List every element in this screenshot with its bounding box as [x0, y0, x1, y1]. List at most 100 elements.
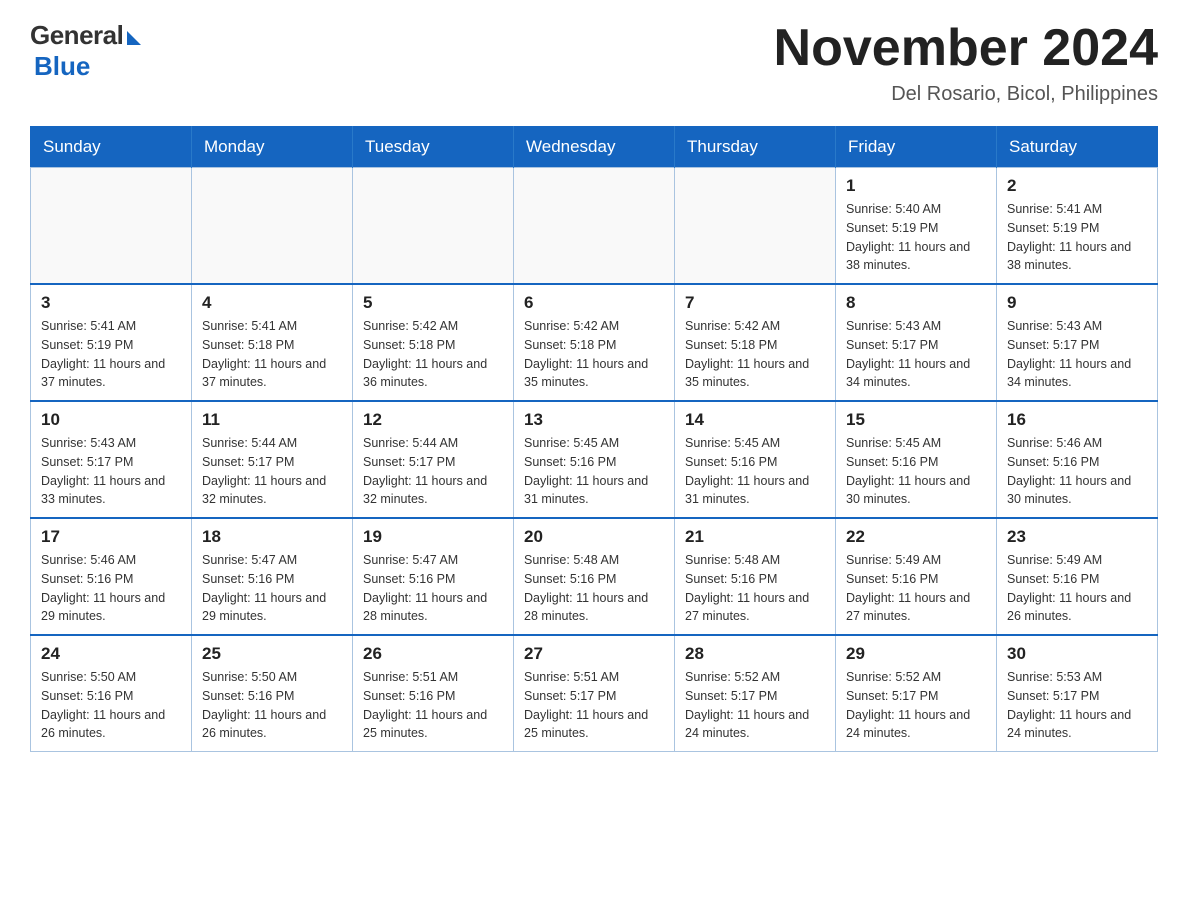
day-number: 1 — [846, 176, 986, 196]
calendar-week-row: 10 Sunrise: 5:43 AM Sunset: 5:17 PM Dayli… — [31, 401, 1158, 518]
calendar-cell: 6 Sunrise: 5:42 AM Sunset: 5:18 PM Daylig… — [514, 284, 675, 401]
day-info: Sunrise: 5:51 AM Sunset: 5:17 PM Dayligh… — [524, 668, 664, 743]
day-info: Sunrise: 5:52 AM Sunset: 5:17 PM Dayligh… — [846, 668, 986, 743]
day-info: Sunrise: 5:42 AM Sunset: 5:18 PM Dayligh… — [524, 317, 664, 392]
day-info: Sunrise: 5:43 AM Sunset: 5:17 PM Dayligh… — [1007, 317, 1147, 392]
day-number: 14 — [685, 410, 825, 430]
day-info: Sunrise: 5:47 AM Sunset: 5:16 PM Dayligh… — [363, 551, 503, 626]
day-number: 25 — [202, 644, 342, 664]
calendar-cell: 15Sunrise: 5:45 AM Sunset: 5:16 PM Dayli… — [836, 401, 997, 518]
calendar-cell — [675, 168, 836, 285]
day-number: 19 — [363, 527, 503, 547]
day-number: 17 — [41, 527, 181, 547]
day-number: 27 — [524, 644, 664, 664]
calendar-cell — [353, 168, 514, 285]
calendar-cell: 10 Sunrise: 5:43 AM Sunset: 5:17 PM Dayli… — [31, 401, 192, 518]
calendar-cell: 14 Sunrise: 5:45 AM Sunset: 5:16 PM Dayli… — [675, 401, 836, 518]
day-number: 26 — [363, 644, 503, 664]
day-number: 11 — [202, 410, 342, 430]
logo: General Blue — [30, 20, 141, 82]
day-info: Sunrise: 5:41 AM Sunset: 5:19 PM Dayligh… — [41, 317, 181, 392]
calendar-cell: 1 Sunrise: 5:40 AM Sunset: 5:19 PM Daylig… — [836, 168, 997, 285]
day-info: Sunrise: 5:53 AM Sunset: 5:17 PM Dayligh… — [1007, 668, 1147, 743]
calendar-cell: 27 Sunrise: 5:51 AM Sunset: 5:17 PM Dayli… — [514, 635, 675, 752]
day-info: Sunrise: 5:51 AM Sunset: 5:16 PM Dayligh… — [363, 668, 503, 743]
day-number: 6 — [524, 293, 664, 313]
day-number: 18 — [202, 527, 342, 547]
day-number: 23 — [1007, 527, 1147, 547]
calendar-cell — [514, 168, 675, 285]
calendar-cell: 25 Sunrise: 5:50 AM Sunset: 5:16 PM Dayli… — [192, 635, 353, 752]
title-area: November 2024 Del Rosario, Bicol, Philip… — [774, 20, 1158, 106]
calendar-week-row: 17 Sunrise: 5:46 AM Sunset: 5:16 PM Dayli… — [31, 518, 1158, 635]
calendar-cell — [192, 168, 353, 285]
calendar-cell: 9 Sunrise: 5:43 AM Sunset: 5:17 PM Daylig… — [997, 284, 1158, 401]
location-text: Del Rosario, Bicol, Philippines — [774, 83, 1158, 106]
calendar-header-sunday: Sunday — [31, 127, 192, 168]
day-info: Sunrise: 5:43 AM Sunset: 5:17 PM Dayligh… — [41, 434, 181, 509]
day-info: Sunrise: 5:44 AM Sunset: 5:17 PM Dayligh… — [363, 434, 503, 509]
day-number: 9 — [1007, 293, 1147, 313]
calendar-cell: 18 Sunrise: 5:47 AM Sunset: 5:16 PM Dayli… — [192, 518, 353, 635]
calendar-cell: 29 Sunrise: 5:52 AM Sunset: 5:17 PM Dayli… — [836, 635, 997, 752]
day-info: Sunrise: 5:42 AM Sunset: 5:18 PM Dayligh… — [685, 317, 825, 392]
page-header: General Blue November 2024 Del Rosario, … — [30, 20, 1158, 106]
calendar-table: SundayMondayTuesdayWednesdayThursdayFrid… — [30, 126, 1158, 752]
day-info: Sunrise: 5:48 AM Sunset: 5:16 PM Dayligh… — [524, 551, 664, 626]
day-info: Sunrise: 5:45 AM Sunset: 5:16 PM Dayligh… — [846, 434, 986, 509]
day-info: Sunrise: 5:44 AM Sunset: 5:17 PM Dayligh… — [202, 434, 342, 509]
day-info: Sunrise: 5:50 AM Sunset: 5:16 PM Dayligh… — [41, 668, 181, 743]
calendar-cell: 12 Sunrise: 5:44 AM Sunset: 5:17 PM Dayli… — [353, 401, 514, 518]
calendar-cell: 26 Sunrise: 5:51 AM Sunset: 5:16 PM Dayli… — [353, 635, 514, 752]
calendar-cell: 16Sunrise: 5:46 AM Sunset: 5:16 PM Dayli… — [997, 401, 1158, 518]
day-info: Sunrise: 5:43 AM Sunset: 5:17 PM Dayligh… — [846, 317, 986, 392]
day-number: 5 — [363, 293, 503, 313]
calendar-cell: 22Sunrise: 5:49 AM Sunset: 5:16 PM Dayli… — [836, 518, 997, 635]
calendar-cell: 21 Sunrise: 5:48 AM Sunset: 5:16 PM Dayli… — [675, 518, 836, 635]
day-number: 10 — [41, 410, 181, 430]
day-info: Sunrise: 5:50 AM Sunset: 5:16 PM Dayligh… — [202, 668, 342, 743]
calendar-cell: 24 Sunrise: 5:50 AM Sunset: 5:16 PM Dayli… — [31, 635, 192, 752]
day-number: 7 — [685, 293, 825, 313]
day-info: Sunrise: 5:40 AM Sunset: 5:19 PM Dayligh… — [846, 200, 986, 275]
day-number: 12 — [363, 410, 503, 430]
logo-blue-text: Blue — [34, 51, 90, 82]
calendar-header-wednesday: Wednesday — [514, 127, 675, 168]
calendar-header-row: SundayMondayTuesdayWednesdayThursdayFrid… — [31, 127, 1158, 168]
day-info: Sunrise: 5:46 AM Sunset: 5:16 PM Dayligh… — [41, 551, 181, 626]
calendar-cell: 3 Sunrise: 5:41 AM Sunset: 5:19 PM Daylig… — [31, 284, 192, 401]
day-info: Sunrise: 5:47 AM Sunset: 5:16 PM Dayligh… — [202, 551, 342, 626]
calendar-cell: 7 Sunrise: 5:42 AM Sunset: 5:18 PM Daylig… — [675, 284, 836, 401]
day-number: 28 — [685, 644, 825, 664]
calendar-cell: 19 Sunrise: 5:47 AM Sunset: 5:16 PM Dayli… — [353, 518, 514, 635]
day-number: 30 — [1007, 644, 1147, 664]
day-number: 21 — [685, 527, 825, 547]
calendar-cell: 13 Sunrise: 5:45 AM Sunset: 5:16 PM Dayli… — [514, 401, 675, 518]
calendar-cell: 4Sunrise: 5:41 AM Sunset: 5:18 PM Daylig… — [192, 284, 353, 401]
calendar-week-row: 3 Sunrise: 5:41 AM Sunset: 5:19 PM Daylig… — [31, 284, 1158, 401]
calendar-week-row: 24 Sunrise: 5:50 AM Sunset: 5:16 PM Dayli… — [31, 635, 1158, 752]
day-number: 2 — [1007, 176, 1147, 196]
calendar-cell — [31, 168, 192, 285]
day-info: Sunrise: 5:42 AM Sunset: 5:18 PM Dayligh… — [363, 317, 503, 392]
day-info: Sunrise: 5:49 AM Sunset: 5:16 PM Dayligh… — [846, 551, 986, 626]
day-info: Sunrise: 5:41 AM Sunset: 5:18 PM Dayligh… — [202, 317, 342, 392]
day-number: 24 — [41, 644, 181, 664]
calendar-cell: 2 Sunrise: 5:41 AM Sunset: 5:19 PM Daylig… — [997, 168, 1158, 285]
calendar-cell: 30 Sunrise: 5:53 AM Sunset: 5:17 PM Dayli… — [997, 635, 1158, 752]
calendar-cell: 5 Sunrise: 5:42 AM Sunset: 5:18 PM Daylig… — [353, 284, 514, 401]
calendar-cell: 8 Sunrise: 5:43 AM Sunset: 5:17 PM Daylig… — [836, 284, 997, 401]
day-info: Sunrise: 5:41 AM Sunset: 5:19 PM Dayligh… — [1007, 200, 1147, 275]
day-info: Sunrise: 5:48 AM Sunset: 5:16 PM Dayligh… — [685, 551, 825, 626]
calendar-week-row: 1 Sunrise: 5:40 AM Sunset: 5:19 PM Daylig… — [31, 168, 1158, 285]
day-info: Sunrise: 5:45 AM Sunset: 5:16 PM Dayligh… — [524, 434, 664, 509]
calendar-header-thursday: Thursday — [675, 127, 836, 168]
calendar-header-saturday: Saturday — [997, 127, 1158, 168]
day-number: 13 — [524, 410, 664, 430]
day-number: 8 — [846, 293, 986, 313]
day-number: 3 — [41, 293, 181, 313]
day-number: 16 — [1007, 410, 1147, 430]
day-number: 29 — [846, 644, 986, 664]
calendar-cell: 20Sunrise: 5:48 AM Sunset: 5:16 PM Dayli… — [514, 518, 675, 635]
day-info: Sunrise: 5:45 AM Sunset: 5:16 PM Dayligh… — [685, 434, 825, 509]
